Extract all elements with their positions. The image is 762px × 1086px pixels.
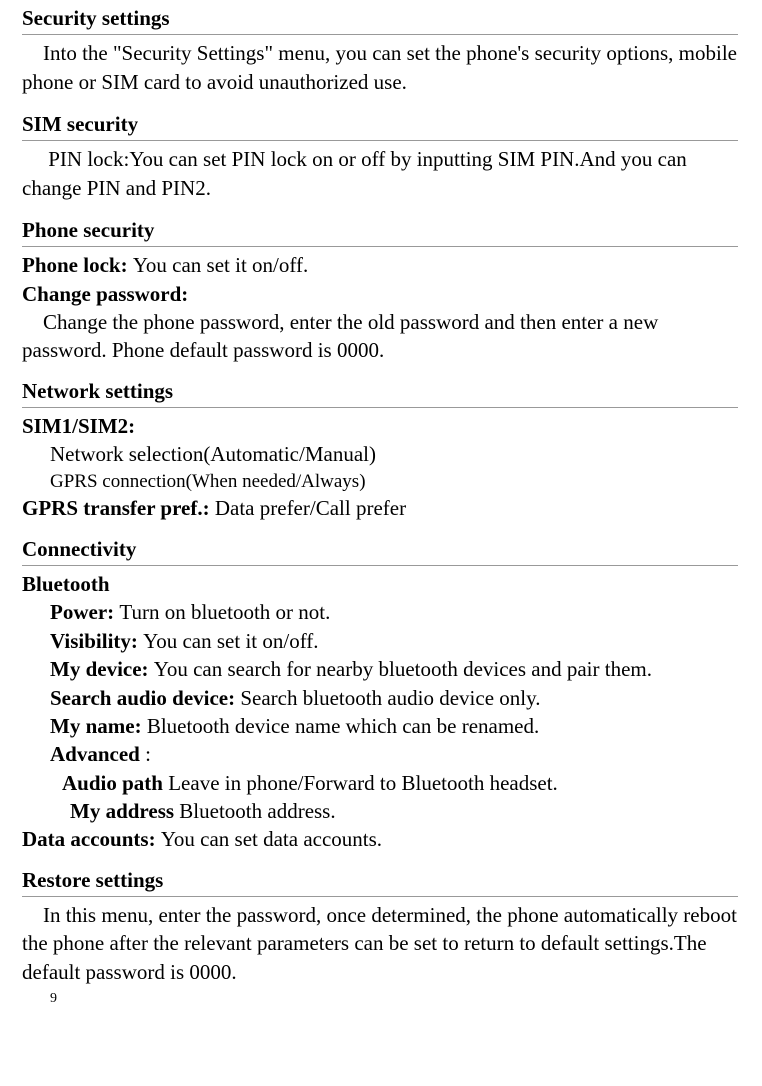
advanced-label: Advanced	[50, 742, 145, 766]
my-address-desc: Bluetooth address.	[179, 799, 335, 823]
my-device-row: My device: You can search for nearby blu…	[22, 655, 738, 683]
network-selection: Network selection(Automatic/Manual)	[22, 440, 738, 468]
bluetooth-label: Bluetooth	[22, 570, 738, 598]
my-name-desc: Bluetooth device name which can be renam…	[147, 714, 539, 738]
search-audio-label: Search audio device:	[50, 686, 240, 710]
security-settings-intro: Into the "Security Settings" menu, you c…	[22, 39, 738, 96]
power-row: Power: Turn on bluetooth or not.	[22, 598, 738, 626]
pin-lock-text: PIN lock:You can set PIN lock on or off …	[22, 145, 738, 202]
power-desc: Turn on bluetooth or not.	[119, 600, 330, 624]
search-audio-row: Search audio device: Search bluetooth au…	[22, 684, 738, 712]
connectivity-heading: Connectivity	[22, 527, 738, 566]
phone-lock-row: Phone lock: You can set it on/off.	[22, 251, 738, 279]
my-device-label: My device:	[50, 657, 154, 681]
search-audio-desc: Search bluetooth audio device only.	[240, 686, 540, 710]
restore-settings-heading: Restore settings	[22, 858, 738, 897]
data-accounts-row: Data accounts: You can set data accounts…	[22, 825, 738, 853]
phone-lock-desc: You can set it on/off.	[133, 253, 308, 277]
data-accounts-desc: You can set data accounts.	[161, 827, 382, 851]
my-name-label: My name:	[50, 714, 147, 738]
gprs-connection: GPRS connection(When needed/Always)	[22, 469, 738, 495]
my-address-row: My address Bluetooth address.	[22, 797, 738, 825]
restore-settings-desc: In this menu, enter the password, once d…	[22, 901, 738, 986]
phone-lock-label: Phone lock:	[22, 253, 133, 277]
security-settings-heading: Security settings	[22, 0, 738, 35]
power-label: Power:	[50, 600, 119, 624]
visibility-row: Visibility: You can set it on/off.	[22, 627, 738, 655]
advanced-row: Advanced :	[22, 740, 738, 768]
gprs-transfer-row: GPRS transfer pref.: Data prefer/Call pr…	[22, 494, 738, 522]
sim-security-heading: SIM security	[22, 102, 738, 141]
audio-path-label: Audio path	[62, 771, 168, 795]
change-password-label: Change password:	[22, 280, 738, 308]
audio-path-row: Audio path Leave in phone/Forward to Blu…	[22, 769, 738, 797]
my-device-desc: You can search for nearby bluetooth devi…	[154, 657, 652, 681]
my-name-row: My name: Bluetooth device name which can…	[22, 712, 738, 740]
visibility-desc: You can set it on/off.	[143, 629, 318, 653]
network-settings-heading: Network settings	[22, 369, 738, 408]
data-accounts-label: Data accounts:	[22, 827, 161, 851]
page-number: 9	[22, 990, 738, 1009]
gprs-transfer-label: GPRS transfer pref.:	[22, 496, 215, 520]
phone-security-heading: Phone security	[22, 208, 738, 247]
change-password-desc: Change the phone password, enter the old…	[22, 308, 738, 365]
my-address-label: My address	[70, 799, 179, 823]
advanced-colon: :	[145, 742, 151, 766]
visibility-label: Visibility:	[50, 629, 143, 653]
gprs-transfer-value: Data prefer/Call prefer	[215, 496, 406, 520]
sim-label: SIM1/SIM2:	[22, 412, 738, 440]
audio-path-desc: Leave in phone/Forward to Bluetooth head…	[168, 771, 558, 795]
